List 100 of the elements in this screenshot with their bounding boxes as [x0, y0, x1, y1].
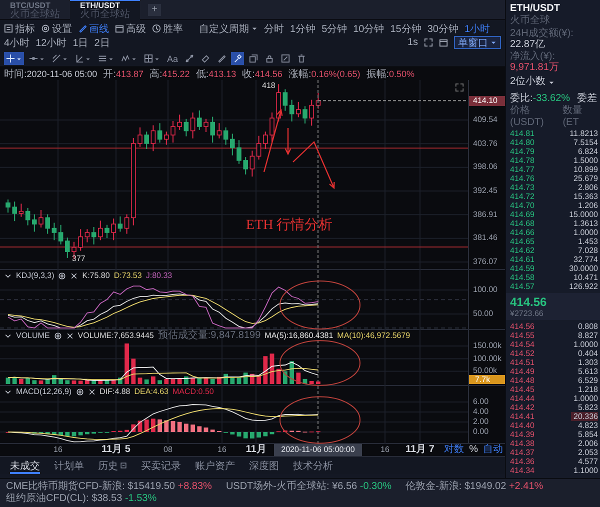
amount-cell-text: 1.218	[576, 385, 598, 394]
indicator-value: VOLUME:7,653.9445	[78, 331, 154, 341]
angle-icon	[75, 54, 84, 63]
price-cell: 414.68	[510, 219, 534, 228]
toolbar-button[interactable]: 设置	[41, 22, 72, 35]
price-high-label: 418	[262, 81, 276, 90]
period-tab[interactable]: 4小时	[4, 36, 30, 49]
ticker-item: 伦敦金-新浪: $1949.02 +2.41%	[406, 481, 544, 493]
eraser-icon	[201, 54, 210, 63]
price-cell: 414.51	[510, 358, 534, 367]
amount-cell-text: 1.3613	[572, 219, 598, 228]
decimals-dropdown[interactable]: 2位小数	[510, 76, 600, 88]
toolbar-button[interactable]: 指标	[4, 22, 35, 35]
price-cell: 414.54	[510, 340, 534, 349]
turnover-value: 22.87亿	[510, 39, 546, 50]
turnover-label: 24H成交额(¥):	[510, 28, 574, 39]
ohlc-item: 振幅:0.50%	[366, 68, 415, 80]
square-icon	[4, 24, 13, 33]
period-tab[interactable]: 1分钟	[290, 22, 316, 35]
panel-tab[interactable]: 未成交	[10, 457, 40, 474]
current-volume-tag: 7.7k	[469, 375, 505, 384]
amount-cell-text: 15.0000	[568, 210, 598, 219]
amount-cell-text: 30.0000	[568, 264, 598, 273]
candle	[316, 92, 321, 110]
panel-tab[interactable]: 深度图	[249, 457, 279, 474]
candle	[204, 118, 208, 133]
indicator-value: MA(10):46,972.5679	[337, 331, 410, 341]
settings-icon[interactable]	[54, 332, 62, 340]
symbol-tab[interactable]: ETH/USDT 火币全球站	[70, 0, 140, 20]
window-icon[interactable]	[439, 38, 448, 47]
toolbar-button[interactable]: 胜率	[152, 22, 183, 35]
panel-tab[interactable]: 历史	[98, 457, 127, 474]
price-cell: 414.65	[510, 237, 534, 246]
drawing-tool-button[interactable]	[279, 52, 292, 65]
ohlc-item: 低:413.13	[196, 68, 236, 80]
indicator-value: MACD:0.50	[172, 387, 214, 397]
toolbar-button[interactable]: 高级	[115, 22, 146, 35]
settings-icon[interactable]	[58, 272, 66, 280]
period-tab[interactable]: 5分钟	[322, 22, 348, 35]
period-tab[interactable]: 1日	[72, 36, 88, 49]
collapse-icon[interactable]	[4, 332, 12, 340]
ohlc-item: 收:414.56	[242, 68, 282, 80]
fullscreen-icon[interactable]	[455, 83, 464, 92]
time-axis-label: 16	[54, 445, 62, 455]
difference-label: 委差	[577, 93, 597, 105]
candle	[270, 112, 274, 144]
price-cell: 414.34	[510, 466, 534, 475]
candle	[276, 84, 281, 122]
period-tab[interactable]: 2日	[94, 36, 110, 49]
panel-tab[interactable]: 计划单	[54, 457, 84, 474]
clock-icon	[152, 24, 161, 33]
price-axis-label: 381.46	[473, 233, 498, 244]
pair-title: ETH/USDT	[510, 3, 560, 14]
scale-option-button[interactable]: %	[469, 444, 478, 456]
price-cell: 414.80	[510, 138, 534, 147]
period-tab[interactable]: 1小时	[464, 22, 490, 35]
toolbar-button[interactable]: 画线	[78, 22, 109, 35]
fullscreen-icon[interactable]	[424, 38, 433, 47]
caret-icon	[131, 56, 137, 62]
symbol-tab[interactable]: BTC/USDT 火币全球站	[0, 0, 70, 20]
period-tab[interactable]: 分时	[264, 22, 284, 35]
collapse-icon[interactable]	[4, 388, 12, 396]
ohlc-item: 涨幅:0.16%(0.65)	[288, 68, 360, 80]
drawing-tool-button[interactable]	[247, 52, 260, 65]
candle	[210, 116, 215, 144]
add-tab-button[interactable]: +	[148, 4, 161, 16]
amount-cell-text: 5.823	[576, 403, 598, 412]
scale-option-button[interactable]: 对数	[444, 444, 464, 456]
period-tab[interactable]: 10分钟	[353, 22, 384, 35]
drawing-tool-button[interactable]	[4, 52, 24, 65]
scale-option-button[interactable]: 自动	[483, 444, 503, 456]
period-tab[interactable]: 12小时	[36, 36, 67, 49]
refresh-rate-button[interactable]: 1s	[407, 36, 418, 49]
drawing-tool-button[interactable]	[231, 52, 244, 65]
close-icon[interactable]	[88, 388, 96, 396]
caret-icon	[85, 56, 91, 62]
panel-tab[interactable]: 买卖记录	[141, 457, 181, 474]
price-cell: 414.72	[510, 192, 534, 201]
amount-cell-text: 2.053	[576, 448, 598, 457]
settings-icon[interactable]	[76, 388, 84, 396]
drawing-tool-button[interactable]: Aa	[165, 52, 180, 65]
period-tab[interactable]: 30分钟	[427, 22, 458, 35]
amount-cell-text: 1.1000	[572, 466, 598, 475]
price-cell: 414.49	[510, 367, 534, 376]
drawing-tool-button[interactable]	[215, 52, 228, 65]
pencil-icon	[217, 54, 226, 63]
ohlc-item: 开:413.87	[103, 68, 144, 80]
drawing-tool-button[interactable]	[183, 52, 196, 65]
close-icon[interactable]	[66, 332, 74, 340]
panel-tab[interactable]: 账户资产	[195, 457, 235, 474]
custom-period-dropdown[interactable]: 自定义周期	[199, 22, 258, 35]
close-icon[interactable]	[70, 272, 78, 280]
period-tab[interactable]: 15分钟	[390, 22, 422, 35]
window-mode-dropdown[interactable]: 单窗口	[454, 36, 501, 49]
column-header: 数量(ET	[562, 105, 584, 129]
price-cell: 414.70	[510, 201, 534, 210]
panel-tab[interactable]: 技术分析	[293, 457, 333, 474]
collapse-icon[interactable]	[4, 272, 12, 280]
candle	[111, 218, 116, 241]
candle	[45, 214, 50, 234]
